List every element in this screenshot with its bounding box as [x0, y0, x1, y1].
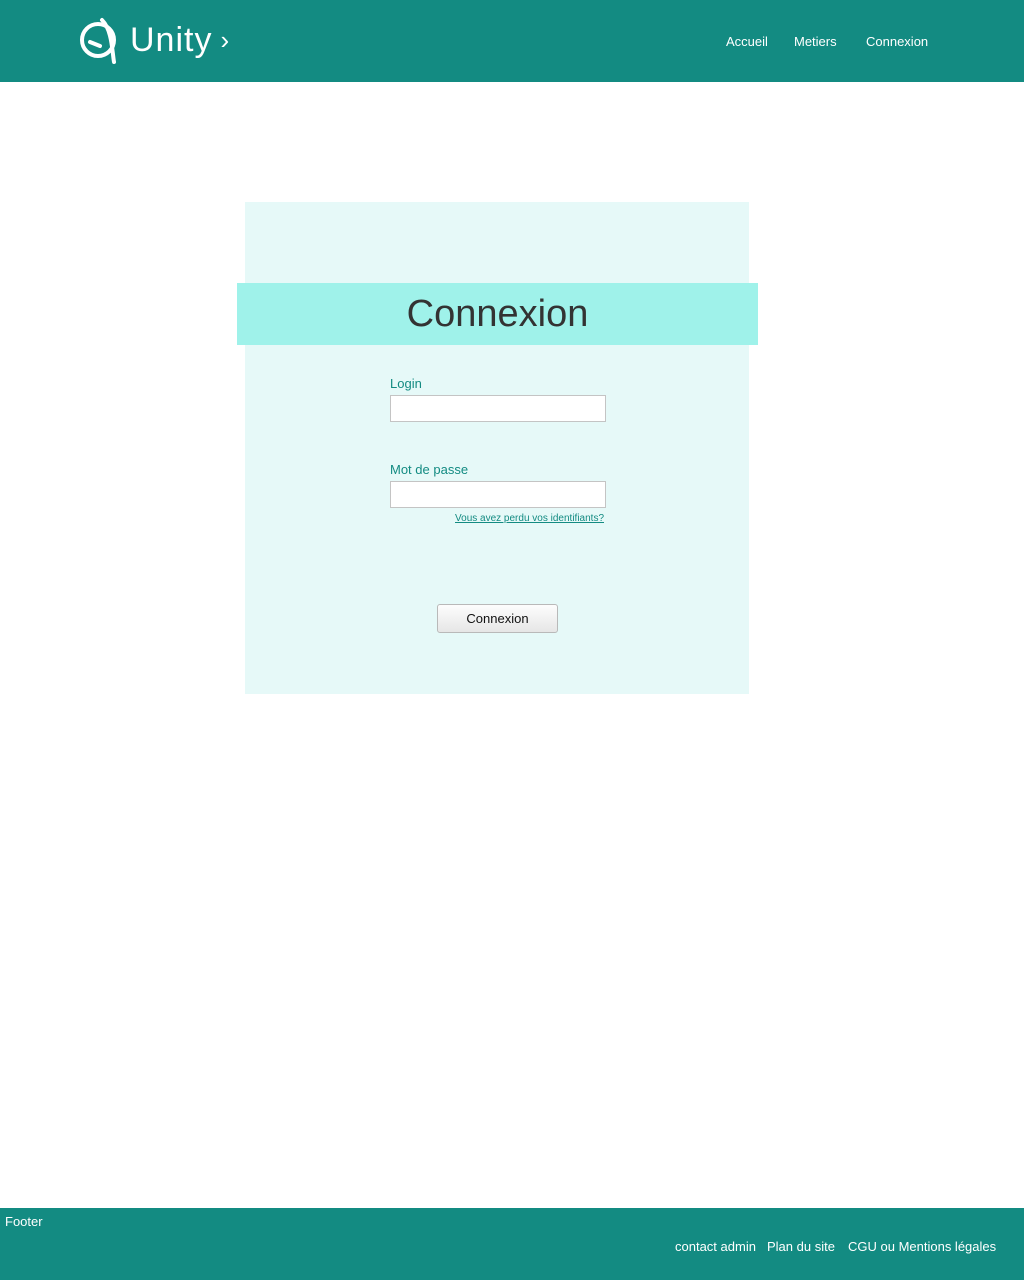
password-input[interactable] [390, 481, 606, 508]
site-header: Unity › Accueil Metiers Connexion [0, 0, 1024, 82]
login-title-band: Connexion [237, 283, 758, 345]
nav-link-accueil[interactable]: Accueil [726, 34, 768, 49]
nav-link-metiers[interactable]: Metiers [794, 34, 837, 49]
forgot-credentials-link[interactable]: Vous avez perdu vos identifiants? [439, 513, 604, 524]
footer-link-legal[interactable]: CGU ou Mentions légales [848, 1239, 996, 1254]
password-label: Mot de passe [390, 462, 469, 477]
footer-link-sitemap[interactable]: Plan du site [767, 1239, 835, 1254]
footer-link-contact[interactable]: contact admin [675, 1239, 756, 1254]
login-title: Connexion [406, 293, 589, 335]
login-label: Login [390, 376, 422, 391]
site-footer: Footer contact admin Plan du site CGU ou… [0, 1208, 1024, 1280]
brand-chevron-icon: › [220, 25, 230, 55]
footer-title: Footer [5, 1214, 43, 1229]
login-submit-button[interactable]: Connexion [437, 604, 558, 633]
unity-q-logo-icon [78, 16, 120, 64]
brand-logo[interactable]: Unity › [78, 14, 229, 66]
nav-link-connexion[interactable]: Connexion [866, 34, 928, 49]
login-input[interactable] [390, 395, 606, 422]
brand-name: Unity [130, 21, 213, 59]
